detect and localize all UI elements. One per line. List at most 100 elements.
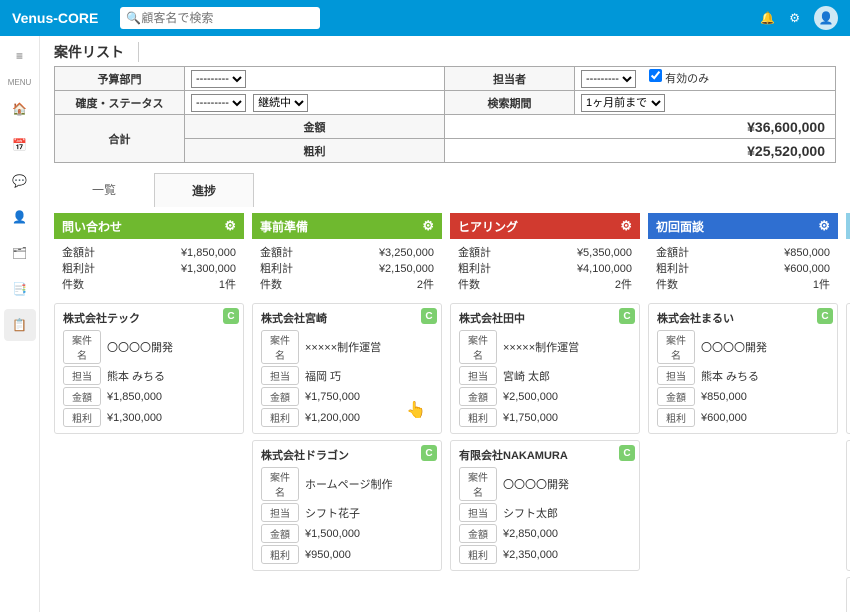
field-label: 金額	[459, 524, 497, 543]
search-box[interactable]: 🔍	[120, 7, 320, 29]
column-gear-icon[interactable]: ⚙	[422, 218, 434, 234]
avatar-icon: 👤	[819, 11, 834, 25]
field-label: 粗利	[261, 545, 299, 564]
menu-label: MENU	[8, 78, 32, 87]
field-value: ¥2,350,000	[503, 549, 558, 561]
field-value: ¥850,000	[701, 391, 747, 403]
assignee-select[interactable]: ---------	[581, 70, 636, 88]
brand: Venus-CORE	[12, 10, 98, 26]
search-input[interactable]	[141, 11, 314, 25]
card-field: 金額 ¥1,500,000	[261, 524, 433, 543]
deal-card[interactable]: 有限会社案件名担当金額粗利	[846, 303, 850, 434]
kanban-column: ヒアリング⚙金額計¥5,350,000粗利計¥4,100,000件数2件C株式会…	[450, 213, 640, 612]
sidebar-item-chat[interactable]: 💬	[4, 165, 36, 197]
field-label: 金額	[459, 387, 497, 406]
field-label: 案件名	[459, 330, 497, 364]
bell-icon[interactable]: 🔔	[760, 11, 775, 25]
sum-label: 粗利計	[656, 261, 689, 277]
sidebar-item-card[interactable]: 🗂	[4, 237, 36, 269]
sidebar-item-home[interactable]: 🏠	[4, 93, 36, 125]
page-header: 案件リスト	[40, 36, 850, 66]
budget-dept-select[interactable]: ---------	[191, 70, 246, 88]
card-field: 案件名×××××制作運営	[261, 330, 433, 364]
valid-only-checkbox[interactable]: 有効のみ	[649, 73, 709, 85]
column-gear-icon[interactable]: ⚙	[224, 218, 236, 234]
column-header: 事前準備 ⚙	[252, 213, 442, 239]
field-value: ¥1,300,000	[107, 412, 162, 424]
field-value: ¥600,000	[701, 412, 747, 424]
column-header: ヒアリング ⚙	[450, 213, 640, 239]
field-value: ¥2,500,000	[503, 391, 558, 403]
field-label: 担当	[657, 366, 695, 385]
field-value: 熊本 みちる	[701, 368, 759, 384]
field-value: ¥1,500,000	[305, 528, 360, 540]
deal-card[interactable]: C株式会社まるい案件名〇〇〇〇開発担当熊本 みちる金額¥850,000粗利¥60…	[648, 303, 838, 434]
sidebar-item-calendar[interactable]: 📅	[4, 129, 36, 161]
field-value: ¥2,850,000	[503, 528, 558, 540]
column-summary: 金額計¥1,850,000粗利計¥1,300,000件数1件	[54, 239, 244, 297]
deal-card[interactable]: 株式会社案件名担当金額粗利	[846, 440, 850, 571]
sum-value: 1件	[219, 277, 236, 293]
column-gear-icon[interactable]: ⚙	[818, 218, 830, 234]
sidebar-item-user[interactable]: 👤	[4, 201, 36, 233]
kanban-column: 問い合わせ⚙金額計¥1,850,000粗利計¥1,300,000件数1件C株式会…	[54, 213, 244, 612]
field-value: ×××××制作運営	[305, 339, 381, 355]
field-value: シフト花子	[305, 505, 360, 521]
column-gear-icon[interactable]: ⚙	[620, 218, 632, 234]
filter-label-status: 確度・ステータス	[55, 91, 185, 115]
card-field: 担当宮崎 太郎	[459, 366, 631, 385]
card-customer: 株式会社ドラゴン	[261, 447, 433, 463]
status-select[interactable]: ---------	[191, 94, 246, 112]
deal-card[interactable]: C株式会社テック案件名〇〇〇〇開発担当熊本 みちる金額¥1,850,000粗利¥…	[54, 303, 244, 434]
settings-icon[interactable]: ⚙	[789, 11, 800, 25]
deal-card[interactable]: C有限会社NAKAMURA案件名〇〇〇〇開発担当シフト太郎金額¥2,850,00…	[450, 440, 640, 571]
column-title: 事前準備	[260, 218, 308, 235]
deal-card[interactable]: 株式会社案件名担当金額粗利	[846, 577, 850, 612]
card-field: 粗利 ¥950,000	[261, 545, 433, 564]
card-customer: 株式会社宮崎	[261, 310, 433, 326]
field-label: 案件名	[261, 467, 299, 501]
field-label: 粗利	[459, 408, 497, 427]
card-customer: 株式会社テック	[63, 310, 235, 326]
deal-card[interactable]: C株式会社宮崎案件名×××××制作運営担当福岡 巧金額¥1,750,000粗利¥…	[252, 303, 442, 434]
menu-toggle[interactable]: ≡	[4, 40, 36, 72]
field-label: 担当	[459, 503, 497, 522]
deal-card[interactable]: C株式会社ドラゴン案件名ホームページ制作担当シフト花子金額¥1,500,000粗…	[252, 440, 442, 571]
field-label: 粗利	[459, 545, 497, 564]
valid-only-input[interactable]	[649, 69, 662, 82]
deal-card[interactable]: C株式会社田中案件名×××××制作運営担当宮崎 太郎金額¥2,500,000粗利…	[450, 303, 640, 434]
field-label: 金額	[261, 387, 299, 406]
field-label: 担当	[459, 366, 497, 385]
sum-value: 2件	[615, 277, 632, 293]
field-label: 金額	[261, 524, 299, 543]
column-title: ヒアリング	[458, 218, 518, 235]
sidebar-item-copy[interactable]: 📑	[4, 273, 36, 305]
field-value: 〇〇〇〇開発	[107, 339, 173, 355]
avatar[interactable]: 👤	[814, 6, 838, 30]
field-value: ¥950,000	[305, 549, 351, 561]
column-summary: 金額計¥850,000粗利計¥600,000件数1件	[648, 239, 838, 297]
sum-value: ¥1,850,000	[181, 245, 236, 261]
card-field: 金額 ¥2,500,000	[459, 387, 631, 406]
period-select[interactable]: 1ヶ月前まで	[581, 94, 665, 112]
sidebar-item-paste[interactable]: 📋	[4, 309, 36, 341]
sum-label: 金額計	[62, 245, 95, 261]
card-badge: C	[223, 308, 239, 324]
card-field: 粗利¥1,750,000	[459, 408, 631, 427]
continuing-select[interactable]: 継続中	[253, 94, 308, 112]
sum-value: 1件	[813, 277, 830, 293]
column-title: 初回面談	[656, 218, 704, 235]
card-field: 案件名×××××制作運営	[459, 330, 631, 364]
field-label: 案件名	[459, 467, 497, 501]
tab-list[interactable]: 一覧	[54, 173, 154, 207]
card-field: 案件名〇〇〇〇開発	[657, 330, 829, 364]
field-value: ホームページ制作	[305, 476, 392, 492]
sum-label: 粗利計	[62, 261, 95, 277]
sum-label: 件数	[458, 277, 480, 293]
card-field: 担当熊本 みちる	[63, 366, 235, 385]
field-value: 福岡 巧	[305, 368, 341, 384]
field-label: 粗利	[657, 408, 695, 427]
tab-progress[interactable]: 進捗	[154, 173, 254, 207]
sum-value: ¥5,350,000	[577, 245, 632, 261]
card-field: 金額¥1,850,000	[63, 387, 235, 406]
